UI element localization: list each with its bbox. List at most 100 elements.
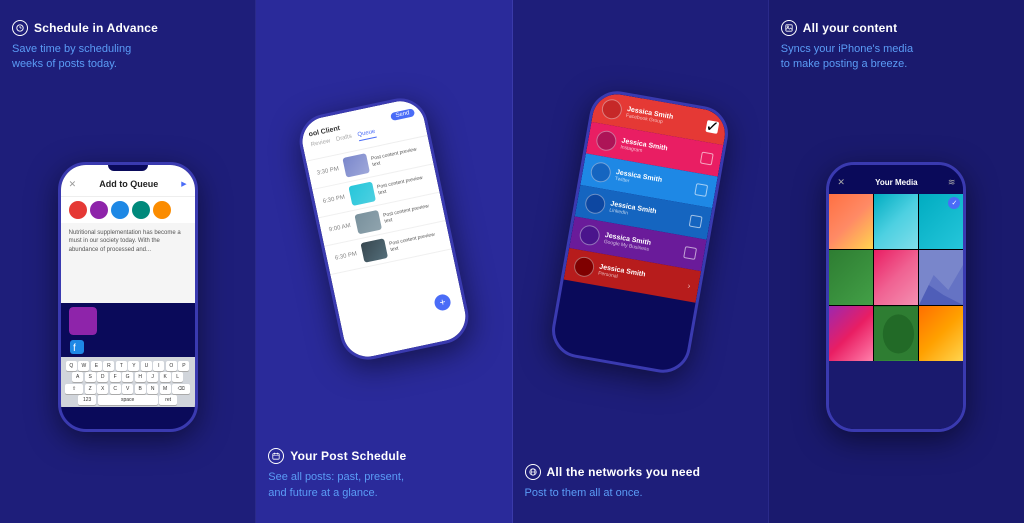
- key-b[interactable]: B: [135, 384, 146, 394]
- avatar: [132, 201, 150, 219]
- key-q[interactable]: Q: [66, 361, 77, 371]
- panel-2-desc: See all posts: past, present,and future …: [268, 470, 404, 501]
- key-g[interactable]: G: [122, 372, 133, 382]
- media-cell-2[interactable]: [874, 194, 918, 249]
- panel-schedule: Schedule in Advance Save time by schedul…: [0, 0, 256, 523]
- feature-heading-4: All your content: [781, 20, 898, 36]
- key-h[interactable]: H: [135, 372, 146, 382]
- key-return[interactable]: ret: [159, 395, 177, 405]
- key-i[interactable]: I: [153, 361, 164, 371]
- key-k[interactable]: K: [160, 372, 171, 382]
- schedule-time-2: 6:30 PM: [322, 194, 347, 205]
- key-d[interactable]: D: [97, 372, 108, 382]
- close-icon: ✕: [69, 179, 77, 190]
- account-avatar: [589, 160, 612, 183]
- media-check-icon: ✓: [948, 197, 960, 209]
- panel-3-phone-container: Jessica Smith Facebook Group ✓ Jessica S…: [525, 0, 756, 464]
- media-cell-4[interactable]: [829, 250, 873, 305]
- keyboard-row-1: Q W E R T Y U I O P: [63, 361, 193, 371]
- account-avatar: [600, 97, 623, 120]
- avatar: [153, 201, 171, 219]
- send-button[interactable]: Send: [390, 108, 415, 121]
- globe-icon: [525, 464, 541, 480]
- panel-1-phone-container: ✕ Add to Queue ▶ Nutritional supplementa…: [12, 83, 243, 511]
- media-cell-5[interactable]: [874, 250, 918, 305]
- panel-4-phone-container: ✕ Your Media ≋ ✓: [781, 83, 1012, 511]
- account-checkbox[interactable]: [700, 151, 714, 165]
- key-n[interactable]: N: [147, 384, 158, 394]
- panel-post-schedule: ool Client Send Review Drafts Queue 3:30…: [256, 0, 512, 523]
- media-cell-6[interactable]: [919, 250, 963, 305]
- key-t[interactable]: T: [116, 361, 127, 371]
- key-m[interactable]: M: [160, 384, 171, 394]
- key-c[interactable]: C: [110, 384, 121, 394]
- panel-3-title: All the networks you need: [547, 465, 701, 479]
- avatar: [69, 201, 87, 219]
- key-v[interactable]: V: [122, 384, 133, 394]
- media-cell-3[interactable]: ✓: [919, 194, 963, 249]
- schedule-image-4: [360, 238, 388, 263]
- key-delete[interactable]: ⌫: [172, 384, 190, 394]
- tab-review[interactable]: Review: [310, 138, 331, 151]
- phone-mockup-4: ✕ Your Media ≋ ✓: [826, 162, 966, 432]
- account-avatar: [584, 192, 607, 215]
- key-r[interactable]: R: [103, 361, 114, 371]
- clock-icon: [12, 20, 28, 36]
- panel-networks: Jessica Smith Facebook Group ✓ Jessica S…: [513, 0, 769, 523]
- key-z[interactable]: Z: [85, 384, 96, 394]
- panel-media: All your content Syncs your iPhone's med…: [769, 0, 1024, 523]
- key-u[interactable]: U: [141, 361, 152, 371]
- tab-queue[interactable]: Queue: [357, 129, 376, 142]
- account-checkbox[interactable]: [689, 214, 703, 228]
- phone-3-inner: Jessica Smith Facebook Group ✓ Jessica S…: [551, 90, 729, 373]
- key-space[interactable]: space: [98, 395, 158, 405]
- account-checkbox[interactable]: ✓: [706, 120, 720, 134]
- media-cell-8[interactable]: [874, 306, 918, 361]
- schedule-image-1: [342, 153, 370, 178]
- panel-2-title: Your Post Schedule: [290, 449, 406, 463]
- post-image: [69, 307, 97, 335]
- key-s[interactable]: S: [85, 372, 96, 382]
- avatar: [90, 201, 108, 219]
- key-p[interactable]: P: [178, 361, 189, 371]
- account-info: Jessica Smith Twitter: [615, 168, 692, 194]
- key-e[interactable]: E: [91, 361, 102, 371]
- phone-4-inner: ✕ Your Media ≋ ✓: [829, 165, 963, 429]
- fab-button[interactable]: +: [433, 293, 452, 312]
- schedule-image-2: [348, 182, 376, 207]
- account-avatar: [578, 224, 601, 247]
- close-icon[interactable]: ✕: [837, 177, 845, 188]
- phone-mockup-1: ✕ Add to Queue ▶ Nutritional supplementa…: [58, 162, 198, 432]
- key-y[interactable]: Y: [128, 361, 139, 371]
- tab-drafts[interactable]: Drafts: [335, 134, 353, 146]
- schedule-time-4: 6:30 PM: [334, 251, 359, 262]
- add-to-queue-label: Add to Queue: [99, 179, 158, 189]
- account-info: Jessica Smith Personal: [598, 263, 684, 291]
- key-x[interactable]: X: [97, 384, 108, 394]
- key-a[interactable]: A: [72, 372, 83, 382]
- key-w[interactable]: W: [78, 361, 89, 371]
- key-l[interactable]: L: [172, 372, 183, 382]
- key-123[interactable]: 123: [78, 395, 96, 405]
- panel-1-desc: Save time by schedulingweeks of posts to…: [12, 42, 131, 73]
- image-icon: [781, 20, 797, 36]
- key-o[interactable]: O: [166, 361, 177, 371]
- schedule-image-3: [354, 210, 382, 235]
- key-f[interactable]: F: [110, 372, 121, 382]
- feature-heading-3: All the networks you need: [525, 464, 701, 480]
- phone-notch-1: [108, 165, 148, 171]
- media-cell-1[interactable]: [829, 194, 873, 249]
- media-cell-7[interactable]: [829, 306, 873, 361]
- chevron-right-icon: ›: [687, 280, 691, 289]
- phone-mockup-3: Jessica Smith Facebook Group ✓ Jessica S…: [548, 87, 733, 377]
- calendar-icon: [268, 448, 284, 464]
- account-checkbox[interactable]: [694, 183, 708, 197]
- phone-2-inner: ool Client Send Review Drafts Queue 3:30…: [298, 97, 470, 361]
- key-shift[interactable]: ⇧: [65, 384, 83, 394]
- key-j[interactable]: J: [147, 372, 158, 382]
- media-cell-9[interactable]: [919, 306, 963, 361]
- account-info: Jessica Smith Facebook Group: [626, 105, 703, 131]
- account-avatar: [595, 129, 618, 152]
- phone-notch-4: [876, 165, 916, 171]
- account-checkbox[interactable]: [683, 246, 697, 260]
